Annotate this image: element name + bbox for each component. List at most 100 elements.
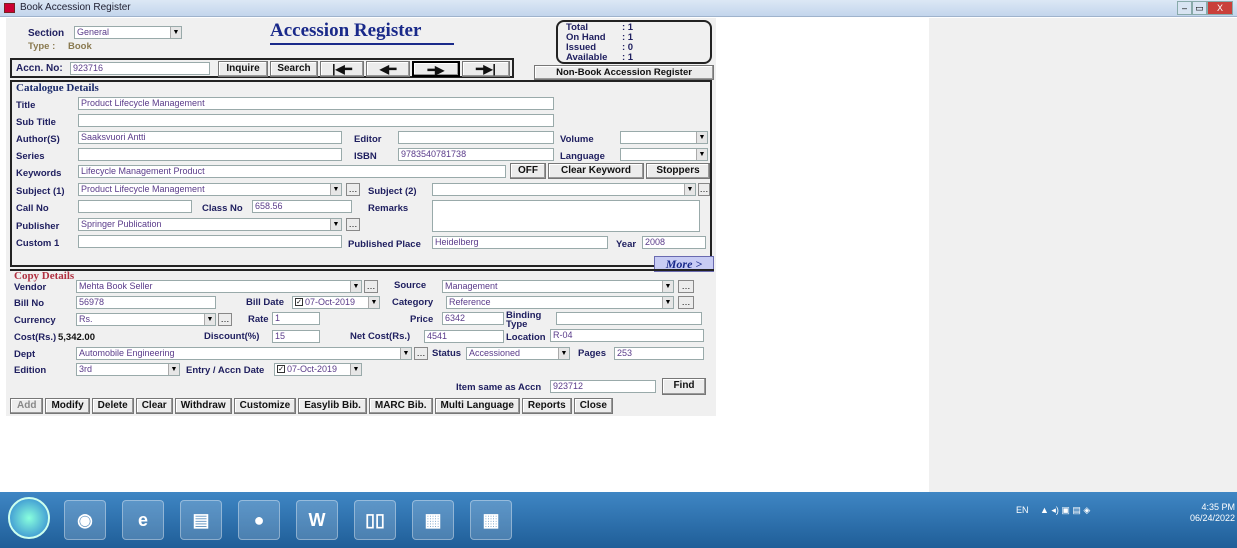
inquire-button[interactable]: Inquire [218, 61, 268, 77]
stoppers-button[interactable]: Stoppers [646, 163, 710, 179]
title-underline [270, 43, 454, 45]
withdraw-button[interactable]: Withdraw [174, 398, 232, 414]
editor-input[interactable] [398, 131, 554, 144]
language-indicator[interactable]: EN [1016, 505, 1029, 515]
dept-select[interactable]: Automobile Engineering ▼ [76, 347, 412, 360]
publisher-value: Springer Publication [81, 219, 162, 229]
subtitle-input[interactable] [78, 114, 554, 127]
delete-button[interactable]: Delete [91, 398, 134, 414]
discount-input[interactable]: 15 [272, 330, 320, 343]
reports-button[interactable]: Reports [521, 398, 572, 414]
nonbook-register-button[interactable]: Non-Book Accession Register [534, 65, 714, 80]
start-button[interactable] [8, 497, 50, 539]
currency-more-button[interactable]: … [218, 313, 232, 326]
remarks-input[interactable] [432, 200, 700, 232]
add-button[interactable]: Add [10, 398, 44, 414]
binding-input[interactable] [556, 312, 702, 325]
callno-input[interactable] [78, 200, 192, 213]
discount-label: Discount(%) [204, 331, 260, 342]
accn-input[interactable]: 923716 [70, 62, 210, 75]
clock-date: 06/24/2022 [1190, 513, 1236, 523]
subject2-select[interactable]: ▼ [432, 183, 696, 196]
isbn-input[interactable]: 9783540781738 [398, 148, 554, 161]
source-value: Management [445, 281, 498, 291]
billno-input[interactable]: 56978 [76, 296, 216, 309]
vendor-more-button[interactable]: … [364, 280, 378, 293]
tray-icons[interactable]: ▲ ◂) ▣ ▤ ◈ [1040, 505, 1090, 516]
page-title: Accession Register [270, 20, 422, 41]
publisher-select[interactable]: Springer Publication ▼ [78, 218, 342, 231]
customize-button[interactable]: Customize [233, 398, 297, 414]
currency-select[interactable]: Rs. ▼ [76, 313, 216, 326]
vendor-select[interactable]: Mehta Book Seller ▼ [76, 280, 362, 293]
media-player-icon[interactable]: ◉ [64, 500, 106, 540]
library-app-icon[interactable]: ▯▯ [354, 500, 396, 540]
find-button[interactable]: Find [662, 378, 706, 395]
cost-label: Cost(Rs.) [14, 332, 57, 343]
word-icon[interactable]: W [296, 500, 338, 540]
copy-heading: Copy Details [14, 270, 75, 282]
modify-button[interactable]: Modify [45, 398, 90, 414]
publisher-more-button[interactable]: … [346, 218, 360, 231]
category-more-button[interactable]: … [678, 296, 694, 309]
subject1-select[interactable]: Product Lifecycle Management ▼ [78, 183, 342, 196]
price-input[interactable]: 6342 [442, 312, 504, 325]
classno-input[interactable]: 658.56 [252, 200, 352, 213]
subject1-more-button[interactable]: … [346, 183, 360, 196]
subject2-more-button[interactable]: … [698, 183, 710, 196]
clear-button[interactable]: Clear [135, 398, 173, 414]
rate-input[interactable]: 1 [272, 312, 320, 325]
language-select[interactable]: ▼ [620, 148, 708, 161]
close-window-button[interactable]: X [1207, 1, 1233, 15]
chevron-down-icon: ▼ [350, 281, 361, 292]
paint-icon[interactable]: ▦ [412, 500, 454, 540]
previous-record-button[interactable]: ◀━ [366, 61, 410, 77]
dept-more-button[interactable]: … [414, 347, 428, 360]
search-button[interactable]: Search [270, 61, 318, 77]
billdate-picker[interactable]: ✓ 07-Oct-2019 ▼ [292, 296, 380, 309]
last-record-button[interactable]: ━▶| [462, 61, 510, 77]
checkbox-icon[interactable]: ✓ [295, 298, 303, 306]
title-input[interactable]: Product Lifecycle Management [78, 97, 554, 110]
volume-select[interactable]: ▼ [620, 131, 708, 144]
entry-date-picker[interactable]: ✓ 07-Oct-2019 ▼ [274, 363, 362, 376]
status-select[interactable]: Accessioned ▼ [466, 347, 570, 360]
netcost-input[interactable]: 4541 [424, 330, 504, 343]
clear-keyword-button[interactable]: Clear Keyword [548, 163, 644, 179]
copy-group: Copy Details Vendor Mehta Book Seller ▼ …… [10, 269, 714, 395]
itemsame-input[interactable]: 923712 [550, 380, 656, 393]
series-input[interactable] [78, 148, 342, 161]
pubplace-label: Published Place [348, 239, 421, 250]
easylib-bib-button[interactable]: Easylib Bib. [298, 398, 367, 414]
internet-explorer-icon[interactable]: e [122, 500, 164, 540]
off-button[interactable]: OFF [510, 163, 546, 179]
keywords-input[interactable]: Lifecycle Management Product [78, 165, 506, 178]
location-label: Location [506, 332, 546, 343]
year-input[interactable]: 2008 [642, 236, 706, 249]
multi-language-button[interactable]: Multi Language [434, 398, 520, 414]
chevron-down-icon: ▼ [662, 281, 673, 292]
source-more-button[interactable]: … [678, 280, 694, 293]
custom1-input[interactable] [78, 235, 342, 248]
category-select[interactable]: Reference ▼ [446, 296, 674, 309]
maximize-button[interactable]: ▭ [1192, 1, 1207, 15]
next-record-button[interactable]: ━▶ [412, 61, 460, 77]
minimize-button[interactable]: – [1177, 1, 1192, 15]
pages-input[interactable]: 253 [614, 347, 704, 360]
file-explorer-icon[interactable]: ▤ [180, 500, 222, 540]
first-record-button[interactable]: |◀━ [320, 61, 364, 77]
itemsame-label: Item same as Accn [456, 382, 542, 393]
close-button[interactable]: Close [573, 398, 613, 414]
author-input[interactable]: Saaksvuori Antti [78, 131, 342, 144]
checkbox-icon[interactable]: ✓ [277, 365, 285, 373]
pubplace-input[interactable]: Heidelberg [432, 236, 608, 249]
chrome-icon[interactable]: ● [238, 500, 280, 540]
paint-icon-2[interactable]: ▦ [470, 500, 512, 540]
section-select[interactable]: General ▼ [74, 26, 182, 39]
marc-bib-button[interactable]: MARC Bib. [368, 398, 433, 414]
edition-select[interactable]: 3rd ▼ [76, 363, 180, 376]
keywords-label: Keywords [16, 168, 62, 179]
source-select[interactable]: Management ▼ [442, 280, 674, 293]
clock[interactable]: 4:35 PM 06/24/2022 [1190, 502, 1235, 524]
location-input[interactable]: R-04 [550, 329, 704, 342]
